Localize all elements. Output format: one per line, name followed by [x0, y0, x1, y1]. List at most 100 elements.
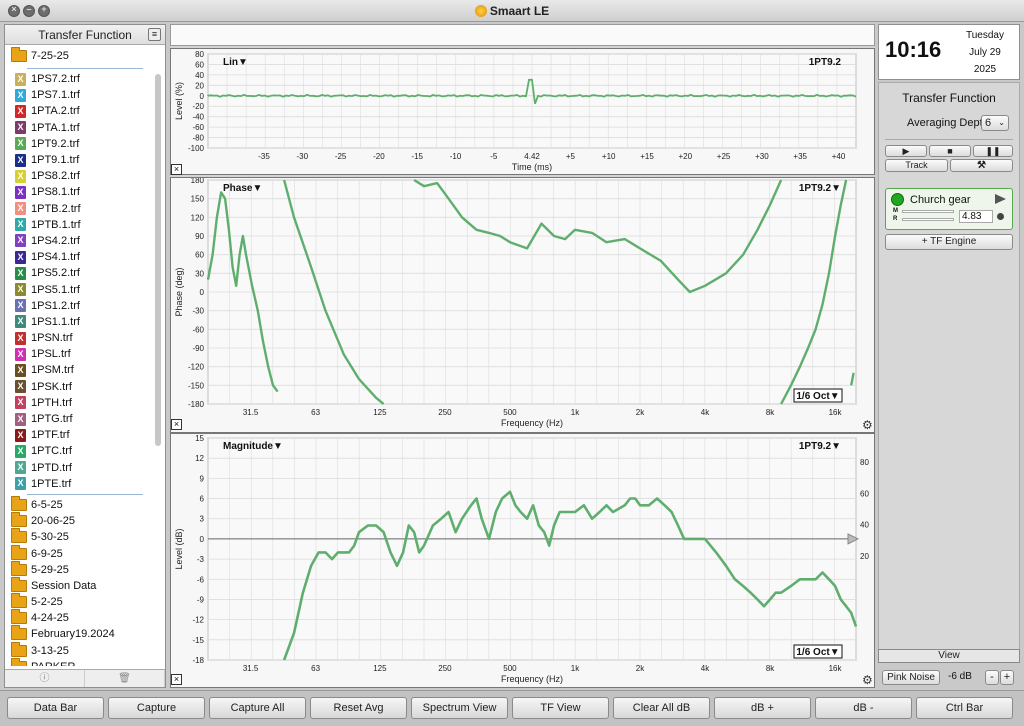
delay-value-field[interactable]: 4.83: [959, 210, 993, 223]
file-item[interactable]: X 1PTH.trf: [5, 395, 153, 411]
capture-all-button[interactable]: Capture All: [209, 697, 306, 719]
file-item[interactable]: X 1PS7.2.trf: [5, 71, 153, 87]
data-bar-footer: ⓘ 🗑: [5, 669, 165, 687]
file-item[interactable]: X 1PTA.1.trf: [5, 120, 153, 136]
folder-item[interactable]: 5-29-25: [5, 560, 153, 578]
noise-level-increase-button[interactable]: +: [1000, 670, 1014, 685]
folder-item[interactable]: Session Data: [5, 576, 153, 594]
view-button[interactable]: View: [878, 649, 1020, 663]
folder-item[interactable]: February19.2024: [5, 625, 153, 642]
file-item[interactable]: X 1PS1.1.trf: [5, 314, 153, 330]
file-icon: X: [15, 218, 26, 232]
file-item[interactable]: X 1PSL.trf: [5, 346, 153, 362]
file-item[interactable]: X 1PS5.2.trf: [5, 265, 153, 281]
file-item[interactable]: X 1PS4.2.trf: [5, 233, 153, 249]
file-item[interactable]: X 1PS7.1.trf: [5, 87, 153, 103]
pause-button[interactable]: ❚❚: [973, 145, 1013, 157]
folder-icon: [11, 593, 27, 609]
file-icon: X: [15, 331, 26, 345]
tools-icon[interactable]: ⚒: [950, 159, 1013, 172]
file-item[interactable]: X 1PTB.1.trf: [5, 217, 153, 233]
folder-icon: [11, 512, 27, 528]
engine-status-led-icon[interactable]: [891, 193, 904, 206]
clear-all-db-button[interactable]: Clear All dB: [613, 697, 710, 719]
folder-item[interactable]: PARKER: [5, 657, 153, 666]
file-item[interactable]: X 1PSN.trf: [5, 330, 153, 346]
plot-mode-dropdown[interactable]: Phase▼: [223, 183, 262, 194]
file-item[interactable]: X 1PS8.1.trf: [5, 184, 153, 200]
db-button[interactable]: dB +: [714, 697, 811, 719]
magnitude-plot[interactable]: 15 12 9 6 3 0 -3 -6 -9 -12 -15 -18 31.5 63 125 250 500 1k…: [170, 433, 875, 688]
file-item[interactable]: X 1PS1.2.trf: [5, 298, 153, 314]
engine-play-arrow-icon[interactable]: [995, 194, 1006, 204]
trace-selector-dropdown[interactable]: 1PT9.2▼: [799, 441, 841, 452]
file-item[interactable]: X 1PTG.trf: [5, 411, 153, 427]
file-item[interactable]: X 1PS8.2.trf: [5, 168, 153, 184]
menu-icon[interactable]: ≡: [148, 28, 161, 41]
folder-item[interactable]: 6-5-25: [5, 495, 153, 513]
scrollbar-thumb[interactable]: [155, 74, 161, 446]
capture-button[interactable]: Capture: [108, 697, 205, 719]
pink-noise-button[interactable]: Pink Noise: [882, 670, 940, 685]
folder-item[interactable]: 3-13-25: [5, 641, 153, 659]
db-button[interactable]: dB -: [815, 697, 912, 719]
vertical-scrollbar[interactable]: [154, 66, 163, 666]
data-bar-button[interactable]: Data Bar: [7, 697, 104, 719]
add-tf-engine-button[interactable]: + TF Engine: [885, 234, 1013, 250]
folder-item[interactable]: 6-9-25: [5, 544, 153, 561]
close-magnitude-plot-icon[interactable]: ×: [171, 674, 182, 685]
divider: [885, 139, 1013, 140]
x-tick-label: +25: [717, 152, 731, 161]
file-item[interactable]: X 1PTE.trf: [5, 476, 153, 492]
impulse-response-plot[interactable]: 80 60 40 20 0 -20 -40 -60 -80 -100 -35 -30 -25 -20 -15…: [170, 48, 875, 200]
stop-button[interactable]: ■: [929, 145, 971, 157]
file-item[interactable]: X 1PS5.1.trf: [5, 281, 153, 297]
phase-plot[interactable]: 180 150 120 90 60 30 0 -30 -60 -90 -120 -150 -180 31.…: [170, 177, 875, 433]
smoothing-dropdown[interactable]: 1/6 Oct▼: [796, 391, 839, 402]
folder-label: PARKER: [31, 661, 75, 666]
y-tick-label: -100: [188, 144, 205, 153]
trash-icon[interactable]: 🗑: [85, 670, 165, 687]
file-item[interactable]: X 1PTB.2.trf: [5, 201, 153, 217]
close-phase-plot-icon[interactable]: ×: [171, 419, 182, 430]
phase-settings-gear-icon[interactable]: ⚙: [862, 419, 874, 431]
file-item[interactable]: X 1PT9.1.trf: [5, 152, 153, 168]
track-button[interactable]: Track: [885, 159, 948, 172]
folder-item[interactable]: 4-24-25: [5, 609, 153, 626]
file-item[interactable]: X 1PT9.2.trf: [5, 136, 153, 152]
smoothing-dropdown[interactable]: 1/6 Oct▼: [796, 647, 839, 658]
file-item[interactable]: X 1PSK.trf: [5, 379, 153, 395]
tf-engine-church-gear[interactable]: Church gear M R 4.83: [885, 188, 1013, 230]
play-button[interactable]: ▶: [885, 145, 927, 157]
y-tick-label: 120: [191, 213, 205, 222]
file-item[interactable]: X 1PS4.1.trf: [5, 249, 153, 265]
trace-selector-dropdown[interactable]: 1PT9.2: [809, 57, 842, 68]
close-impulse-plot-icon[interactable]: ×: [171, 164, 182, 175]
folder-item[interactable]: 20-06-25: [5, 512, 153, 529]
tf-view-button[interactable]: TF View: [512, 697, 609, 719]
file-icon: X: [15, 412, 26, 426]
file-item[interactable]: X 1PTF.trf: [5, 427, 153, 443]
ctrl-bar-button[interactable]: Ctrl Bar: [916, 697, 1013, 719]
plot-mode-dropdown[interactable]: Lin▼: [223, 57, 248, 68]
file-item[interactable]: X 1PTA.2.trf: [5, 103, 153, 119]
trace-selector-dropdown[interactable]: 1PT9.2▼: [799, 183, 841, 194]
info-icon[interactable]: ⓘ: [5, 670, 85, 687]
record-dot-icon[interactable]: [997, 213, 1004, 220]
plot-area: 80 60 40 20 0 -20 -40 -60 -80 -100 -35 -30 -25 -20 -15…: [170, 24, 875, 688]
folder-item[interactable]: 7-25-25: [5, 46, 153, 66]
file-icon: X: [15, 137, 26, 151]
magnitude-settings-gear-icon[interactable]: ⚙: [862, 674, 874, 686]
averaging-depth-select[interactable]: 6 ⌄: [981, 115, 1009, 131]
reset-avg-button[interactable]: Reset Avg: [310, 697, 407, 719]
file-item[interactable]: X 1PTD.trf: [5, 460, 153, 476]
file-item[interactable]: X 1PSM.trf: [5, 362, 153, 378]
plot-mode-dropdown[interactable]: Magnitude▼: [223, 441, 283, 452]
tf-panel-title: Transfer Function: [902, 91, 996, 105]
noise-level-decrease-button[interactable]: -: [985, 670, 999, 685]
spectrum-view-button[interactable]: Spectrum View: [411, 697, 508, 719]
file-item[interactable]: X 1PTC.trf: [5, 443, 153, 459]
file-icon: X: [15, 363, 26, 377]
folder-item[interactable]: 5-30-25: [5, 528, 153, 545]
folder-item[interactable]: 5-2-25: [5, 593, 153, 610]
